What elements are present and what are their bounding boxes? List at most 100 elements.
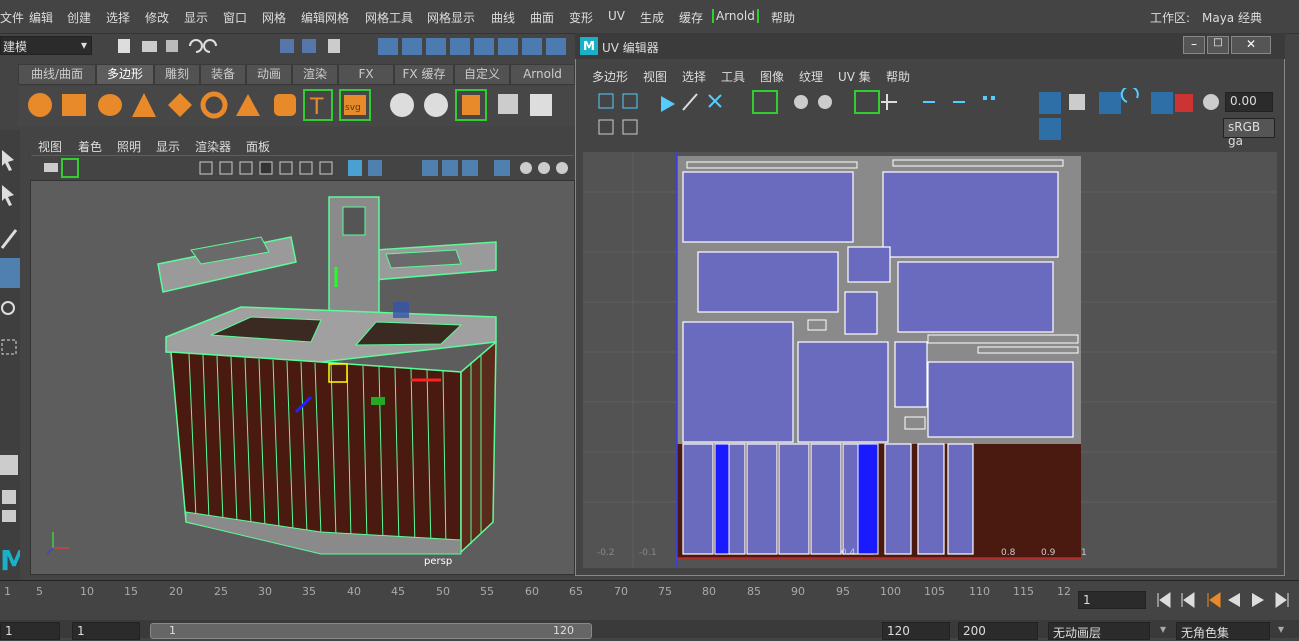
viewport-toolbar [30, 156, 575, 181]
time-slider[interactable]: 1 5 10 15 20 25 30 35 40 45 50 55 60 65 … [0, 580, 1299, 618]
uv-axis-label: 0.4 [841, 548, 856, 558]
end-frame-field[interactable]: 200 [958, 622, 1038, 640]
vp-menu-panels[interactable]: 面板 [246, 138, 270, 155]
scene-view[interactable]: persp [31, 182, 574, 574]
timeline-tick: 65 [569, 585, 583, 598]
color-space-selector[interactable]: sRGB ga [1223, 118, 1275, 148]
uv-menu-polygons[interactable]: 多边形 [592, 68, 628, 85]
timeline-tick: 1 [4, 585, 11, 598]
mode-selector[interactable]: 建模 ▾ [0, 36, 92, 55]
tab-custom[interactable]: 自定义 [454, 64, 510, 85]
timeline-tick: 30 [258, 585, 272, 598]
shelf-icons[interactable]: T svg [18, 86, 575, 126]
workspace-selector[interactable]: Maya 经典 [1202, 9, 1262, 26]
tab-curves-surfaces[interactable]: 曲线/曲面 [18, 64, 96, 85]
menu-display[interactable]: 显示 [184, 9, 208, 26]
close-icon[interactable]: ✕ [1231, 36, 1271, 54]
tab-arnold[interactable]: Arnold [510, 64, 575, 85]
minimize-icon[interactable]: – [1183, 36, 1205, 54]
timeline-tick: 35 [302, 585, 316, 598]
character-set-selector[interactable]: 无角色集 [1176, 622, 1270, 640]
uv-toolbar-icons[interactable] [583, 85, 1223, 148]
tab-sculpt[interactable]: 雕刻 [154, 64, 200, 85]
menu-mesh-display[interactable]: 网格显示 [427, 9, 475, 26]
uv-menu-image[interactable]: 图像 [760, 68, 784, 85]
vp-menu-lighting[interactable]: 照明 [117, 138, 141, 155]
menu-arnold[interactable]: Arnold [712, 9, 759, 23]
shelf-tabs: 曲线/曲面 多边形 雕刻 装备 动画 渲染 FX FX 缓存 自定义 Arnol… [18, 64, 575, 85]
start-frame-field[interactable]: 1 [0, 622, 60, 640]
tab-rigging[interactable]: 装备 [200, 64, 246, 85]
menu-deform[interactable]: 变形 [569, 9, 593, 26]
camera-label: persp [424, 556, 453, 567]
tab-polygons[interactable]: 多边形 [96, 64, 154, 85]
timeline-tick: 115 [1013, 585, 1034, 598]
menu-uv[interactable]: UV [608, 9, 625, 23]
range-slider[interactable]: 1 120 [150, 623, 592, 639]
uv-menu-help[interactable]: 帮助 [886, 68, 910, 85]
svg-text:T: T [309, 95, 324, 120]
menu-generate[interactable]: 生成 [640, 9, 664, 26]
menu-cache[interactable]: 缓存 [679, 9, 703, 26]
uv-editor-title: UV 编辑器 [602, 41, 659, 55]
menu-file[interactable]: 文件 [0, 9, 24, 26]
uv-texture-grid[interactable]: -0.2 -0.1 0.4 0.8 0.9 1 [583, 152, 1277, 568]
timeline-tick: 100 [880, 585, 901, 598]
vp-menu-shading[interactable]: 着色 [78, 138, 102, 155]
menu-edit[interactable]: 编辑 [29, 9, 53, 26]
menu-help[interactable]: 帮助 [771, 9, 795, 26]
maya-logo-icon: M [580, 37, 598, 55]
chevron-down-icon: ▾ [1160, 622, 1167, 636]
menu-modify[interactable]: 修改 [145, 9, 169, 26]
uv-menu-select[interactable]: 选择 [682, 68, 706, 85]
maximize-icon[interactable]: □ [1207, 36, 1229, 54]
uv-layout[interactable] [583, 152, 1277, 568]
uv-menu-view[interactable]: 视图 [643, 68, 667, 85]
timeline-tick: 80 [702, 585, 716, 598]
menu-select[interactable]: 选择 [106, 9, 130, 26]
timeline-tick: 90 [791, 585, 805, 598]
vp-menu-renderer[interactable]: 渲染器 [195, 138, 231, 155]
polygon-shelf: T svg [18, 86, 575, 126]
svg-text:M: M [0, 544, 20, 577]
range-end-label: 120 [553, 624, 574, 637]
vp-menu-view[interactable]: 视图 [38, 138, 62, 155]
uv-menu-uv-sets[interactable]: UV 集 [838, 68, 871, 85]
current-frame-field[interactable]: 1 [1078, 591, 1146, 609]
vp-menu-show[interactable]: 显示 [156, 138, 180, 155]
timeline-tick: 10 [80, 585, 94, 598]
timeline-tick: 95 [836, 585, 850, 598]
menu-surfaces[interactable]: 曲面 [530, 9, 554, 26]
trash-bin-model[interactable] [31, 182, 574, 574]
status-line-tools [98, 36, 568, 56]
status-tools-icons[interactable] [98, 36, 568, 56]
timeline-tick: 12 [1057, 585, 1071, 598]
timeline-tick: 25 [214, 585, 228, 598]
anim-start-field[interactable]: 1 [72, 622, 140, 640]
anim-layer-selector[interactable]: 无动画层 [1048, 622, 1150, 640]
menu-edit-mesh[interactable]: 编辑网格 [301, 9, 349, 26]
uv-menu-textures[interactable]: 纹理 [799, 68, 823, 85]
tab-fx[interactable]: FX [338, 64, 394, 85]
uv-menu-tools[interactable]: 工具 [721, 68, 745, 85]
tab-fx-cache[interactable]: FX 缓存 [394, 64, 454, 85]
tab-animation[interactable]: 动画 [246, 64, 292, 85]
menu-curves[interactable]: 曲线 [491, 9, 515, 26]
timeline-tick: 60 [525, 585, 539, 598]
viewport-toolbar-icons[interactable] [30, 156, 575, 180]
tool-box: M [0, 130, 28, 580]
anim-end-field[interactable]: 120 [882, 622, 950, 640]
uv-editor-menubar: 多边形 视图 选择 工具 图像 纹理 UV 集 帮助 [578, 62, 1278, 88]
menu-window[interactable]: 窗口 [223, 9, 247, 26]
uv-axis-label: 0.9 [1041, 548, 1056, 558]
uv-editor-toolbar: 0.00 sRGB ga [583, 85, 1277, 148]
menu-mesh[interactable]: 网格 [262, 9, 286, 26]
menu-create[interactable]: 创建 [67, 9, 91, 26]
tool-icons[interactable]: M [0, 130, 28, 580]
uv-value-field[interactable]: 0.00 [1225, 92, 1273, 112]
timeline-tick: 110 [969, 585, 990, 598]
uv-editor-titlebar: M UV 编辑器 – □ ✕ [575, 33, 1285, 59]
menu-mesh-tools[interactable]: 网格工具 [365, 9, 413, 26]
tab-rendering[interactable]: 渲染 [292, 64, 338, 85]
playback-controls[interactable] [1150, 589, 1299, 611]
